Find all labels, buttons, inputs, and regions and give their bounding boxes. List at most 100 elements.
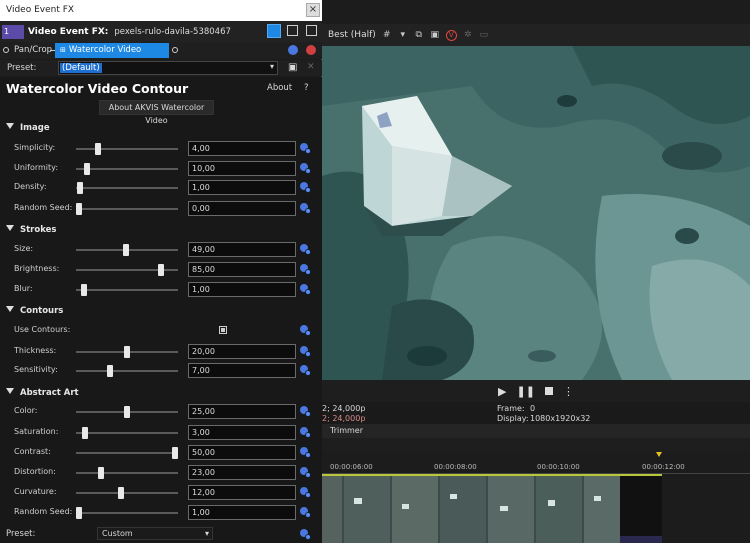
value-field-distortion[interactable]: 23,00 — [188, 465, 296, 480]
slider-size[interactable] — [76, 244, 178, 256]
about-akvis-button[interactable]: About AKVIS Watercolor Video — [99, 100, 214, 125]
value-field-uniformity[interactable]: 10,00 — [188, 161, 296, 176]
video-clip[interactable] — [322, 474, 662, 543]
slider-thumb[interactable] — [76, 203, 82, 215]
value-field-saturation[interactable]: 3,00 — [188, 425, 296, 440]
keyframe-icon[interactable] — [300, 346, 311, 357]
copy-frame-icon[interactable]: ⧉ — [414, 30, 424, 40]
value-field-brightness[interactable]: 85,00 — [188, 262, 296, 277]
delete-preset-icon[interactable]: ✕ — [307, 62, 315, 72]
settings-icon[interactable]: ✲ — [463, 30, 473, 40]
trimmer-tab[interactable]: Trimmer — [322, 424, 750, 438]
keyframe-icon[interactable] — [300, 325, 311, 336]
timeline-ruler[interactable]: 00:00:06:00 00:00:08:00 00:00:10:00 00:0… — [322, 452, 750, 474]
slider-random_seed[interactable] — [76, 203, 178, 215]
value-field-random_seed[interactable]: 0,00 — [188, 201, 296, 216]
slider-curvature[interactable] — [76, 487, 178, 499]
remove-plugin-icon[interactable] — [306, 45, 316, 55]
section-contours[interactable]: Contours — [6, 306, 63, 316]
chain-item-watercolor[interactable]: ⊞Watercolor Video Contour — [55, 43, 169, 70]
value-field-blur[interactable]: 1,00 — [188, 282, 296, 297]
add-plugin-icon[interactable] — [288, 45, 298, 55]
slider-thumb[interactable] — [98, 467, 104, 479]
preset-dropdown[interactable]: (Default) ▾ — [58, 61, 278, 75]
overlay-icon[interactable]: ▭ — [479, 30, 489, 40]
keyframe-icon[interactable] — [300, 529, 311, 540]
slider-thumb[interactable] — [118, 487, 124, 499]
keyframe-icon[interactable] — [300, 182, 311, 193]
section-strokes[interactable]: Strokes — [6, 225, 56, 235]
slider-thumb[interactable] — [82, 427, 88, 439]
slider-blur[interactable] — [76, 284, 178, 296]
value-field-size[interactable]: 49,00 — [188, 242, 296, 257]
more-icon[interactable]: ⋮ — [563, 385, 574, 398]
help-button[interactable]: ? — [304, 83, 309, 93]
slider-random_seed2[interactable] — [76, 507, 178, 519]
use-contours-checkbox[interactable] — [219, 326, 227, 334]
slider-thumb[interactable] — [95, 143, 101, 155]
vegas-icon[interactable]: V — [445, 29, 457, 41]
bottom-preset-dropdown[interactable]: Custom ▾ — [97, 527, 213, 540]
slider-brightness[interactable] — [76, 264, 178, 276]
keyframe-icon[interactable] — [300, 163, 311, 174]
keyframe-icon[interactable] — [300, 203, 311, 214]
pause-icon[interactable]: ❚❚ — [517, 385, 535, 398]
value-field-sensitivity[interactable]: 7,00 — [188, 363, 296, 378]
slider-thumb[interactable] — [172, 447, 178, 459]
keyframe-icon[interactable] — [300, 143, 311, 154]
slider-saturation[interactable] — [76, 427, 178, 439]
slider-thumb[interactable] — [76, 507, 82, 519]
layout-split-icon[interactable] — [287, 25, 298, 36]
stop-icon[interactable] — [544, 387, 553, 395]
slider-contrast[interactable] — [76, 447, 178, 459]
slider-thumb[interactable] — [84, 163, 90, 175]
about-link[interactable]: About — [267, 83, 292, 93]
keyframe-icon[interactable] — [300, 244, 311, 255]
keyframe-icon[interactable] — [300, 284, 311, 295]
layout-dual-icon[interactable] — [306, 25, 317, 36]
value-field-thickness[interactable]: 20,00 — [188, 344, 296, 359]
slider-thumb[interactable] — [81, 284, 87, 296]
slider-thumb[interactable] — [158, 264, 164, 276]
value-field-color[interactable]: 25,00 — [188, 404, 296, 419]
dropdown-arrow-icon[interactable]: ▾ — [398, 30, 408, 40]
slider-thumb[interactable] — [77, 182, 83, 194]
keyframe-icon[interactable] — [300, 365, 311, 376]
close-button[interactable]: × — [306, 3, 320, 17]
keyframe-icon[interactable] — [300, 406, 311, 417]
layout-single-icon[interactable] — [267, 24, 281, 38]
keyframe-icon[interactable] — [300, 427, 311, 438]
slider-thumb[interactable] — [107, 365, 113, 377]
slider-thumb[interactable] — [123, 244, 129, 256]
slider-simplicity[interactable] — [76, 143, 178, 155]
marker-icon[interactable] — [656, 452, 662, 457]
slider-uniformity[interactable] — [76, 163, 178, 175]
save-preset-icon[interactable]: ▣ — [288, 62, 297, 73]
keyframe-icon[interactable] — [300, 447, 311, 458]
value-field-density[interactable]: 1,00 — [188, 180, 296, 195]
grid-icon[interactable]: # — [382, 30, 392, 40]
value-field-curvature[interactable]: 12,00 — [188, 485, 296, 500]
value-field-simplicity[interactable]: 4,00 — [188, 141, 296, 156]
keyframe-icon[interactable] — [300, 487, 311, 498]
section-abstract[interactable]: Abstract Art — [6, 388, 79, 398]
value-field-random_seed2[interactable]: 1,00 — [188, 505, 296, 520]
slider-distortion[interactable] — [76, 467, 178, 479]
keyframe-icon[interactable] — [300, 264, 311, 275]
slider-color[interactable] — [76, 406, 178, 418]
save-snapshot-icon[interactable]: ▣ — [430, 30, 440, 40]
value-field-contrast[interactable]: 50,00 — [188, 445, 296, 460]
keyframe-icon[interactable] — [300, 467, 311, 478]
collapse-icon — [6, 225, 14, 231]
slider-thumb[interactable] — [124, 406, 130, 418]
slider-thickness[interactable] — [76, 346, 178, 358]
section-image[interactable]: Image — [6, 123, 50, 133]
keyframe-icon[interactable] — [300, 507, 311, 518]
play-icon[interactable]: ▶ — [498, 385, 506, 398]
slider-sensitivity[interactable] — [76, 365, 178, 377]
window-titlebar[interactable]: Video Event FX × — [0, 0, 322, 21]
slider-density[interactable] — [76, 182, 178, 194]
slider-thumb[interactable] — [124, 346, 130, 358]
preview-quality-dropdown[interactable]: Best (Half) — [328, 30, 376, 40]
chain-item-pan-crop[interactable]: Pan/Crop — [14, 45, 52, 55]
